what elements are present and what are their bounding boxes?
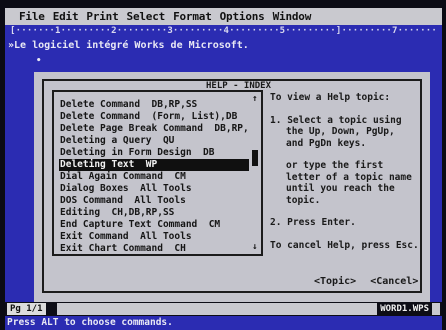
document-name: WORD1.WPS — [377, 303, 432, 315]
monitor-bezel-top — [0, 0, 446, 8]
paragraph-marker: • — [36, 56, 42, 66]
menu-bar: File Edit Print Select Format Options Wi… — [5, 8, 442, 25]
topic-item[interactable]: Dial Again Command CM — [59, 171, 249, 183]
scroll-up-arrow-icon[interactable]: ↑ — [252, 94, 257, 104]
alt-line: letter of a topic name — [286, 171, 412, 183]
monitor-bezel-left — [0, 0, 5, 330]
topic-item[interactable]: Deleting a Query QU — [59, 135, 249, 147]
topic-list[interactable]: Delete Command DB,RP,SS Delete Command (… — [59, 99, 249, 255]
help-index-dialog: HELP - INDEX Delete Command DB,RP,SS Del… — [34, 72, 430, 304]
menu-window[interactable]: Window — [273, 10, 312, 23]
message-line: Press ALT to choose commands. — [5, 316, 442, 330]
scroll-track[interactable] — [251, 104, 259, 242]
scroll-down-arrow-icon[interactable]: ↓ — [252, 242, 257, 252]
scroll-thumb[interactable] — [252, 150, 258, 166]
topic-button[interactable]: <Topic> — [314, 276, 356, 287]
dialog-buttons: <Topic> <Cancel> — [314, 276, 426, 287]
help-intro: To view a Help topic: — [270, 92, 391, 103]
menu-format[interactable]: Format — [173, 10, 212, 23]
alt-line: topic. — [286, 194, 321, 206]
cancel-button[interactable]: <Cancel> — [370, 276, 418, 287]
screen: File Edit Print Select Format Options Wi… — [0, 0, 446, 330]
menu-file[interactable]: File — [19, 10, 45, 23]
step1-line: and PgDn keys. — [286, 137, 367, 149]
monitor-bezel-right — [442, 0, 446, 330]
topic-item[interactable]: Delete Page Break Command DB,RP,SS — [59, 123, 249, 135]
topic-item[interactable]: Delete Command DB,RP,SS — [59, 99, 249, 111]
topic-list-frame: Delete Command DB,RP,SS Delete Command (… — [52, 90, 263, 256]
step2-line: 2. Press Enter. — [270, 217, 356, 228]
topic-item-selected[interactable]: Deleting Text WP — [59, 159, 249, 171]
topic-item[interactable]: DOS Command All Tools — [59, 195, 249, 207]
menu-print[interactable]: Print — [86, 10, 118, 23]
topic-item[interactable]: Exit Command All Tools — [59, 231, 249, 243]
topic-item[interactable]: Exit Chart Command CH — [59, 243, 249, 255]
topic-item[interactable]: End Capture Text Command CM — [59, 219, 249, 231]
step1-number: 1. — [270, 114, 282, 126]
topic-item[interactable]: Editing CH,DB,RP,SS — [59, 207, 249, 219]
topic-item[interactable]: Delete Command (Form, List),DB — [59, 111, 249, 123]
menu-edit[interactable]: Edit — [53, 10, 79, 23]
document-text-line[interactable]: »Le logiciel intégré Works de Microsoft. — [8, 40, 249, 51]
status-row: Pg 1/1 WORD1.WPS — [5, 302, 442, 316]
help-instructions: To view a Help topic: 1. Select a topic … — [270, 92, 420, 251]
menu-options[interactable]: Options — [220, 10, 265, 23]
topic-scrollbar[interactable]: ↑ ↓ — [251, 94, 259, 252]
menu-select[interactable]: Select — [127, 10, 166, 23]
step1-line: 1. Select a topic using — [270, 114, 402, 126]
page-indicator: Pg 1/1 — [7, 303, 46, 315]
cancel-instruction: To cancel Help, press Esc. — [270, 239, 419, 251]
alt-line: until you reach the — [286, 183, 395, 194]
status-bar: WORD1.WPS — [57, 303, 440, 315]
step1-line: the Up, Down, PgUp, — [286, 126, 395, 137]
topic-item[interactable]: Deleting in Form Design DB — [59, 147, 249, 159]
ruler: [·······1·········2·········3·········4·… — [10, 26, 438, 36]
alt-line: or type the first — [286, 160, 384, 171]
topic-item[interactable]: Dialog Boxes All Tools — [59, 183, 249, 195]
